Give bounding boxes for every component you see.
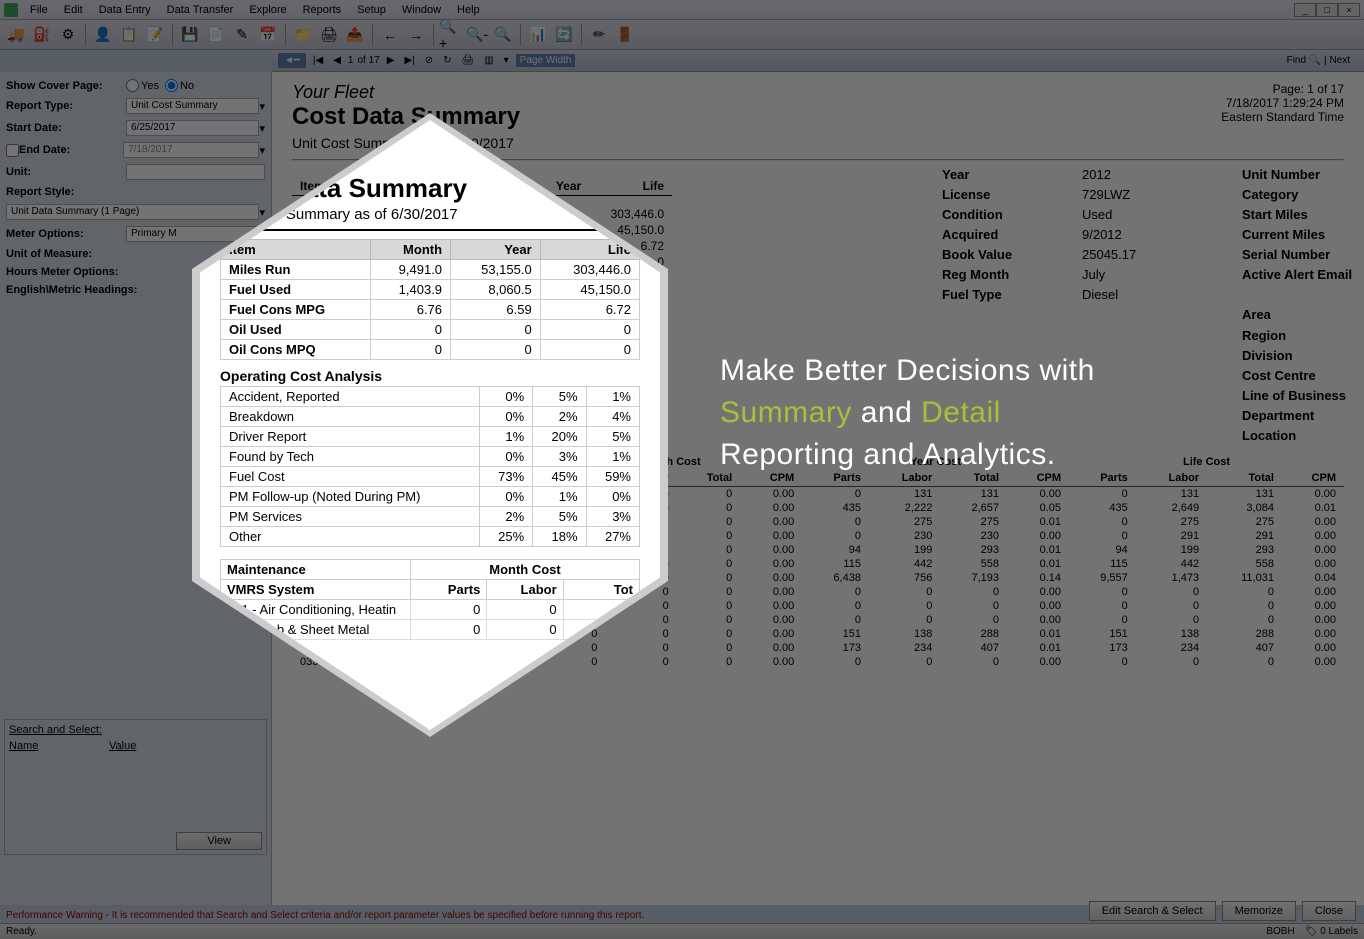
- menu-setup[interactable]: Setup: [349, 2, 394, 18]
- close-window-button[interactable]: ×: [1338, 3, 1360, 17]
- status-user: BOBH: [1266, 926, 1294, 937]
- notes-icon[interactable]: 📄: [204, 23, 228, 47]
- main-toolbar: 🚚 ⛽ ⚙ 👤 📋 📝 💾 📄 ✎ 📅 📁 🖨 📤 ← → 🔍+ 🔍- 🔍 📊 …: [0, 20, 1364, 50]
- timezone: Eastern Standard Time: [1221, 110, 1344, 124]
- report-type-label: Report Type:: [6, 100, 126, 112]
- report-style-select[interactable]: Unit Data Summary (1 Page): [6, 204, 259, 220]
- copy-icon[interactable]: 📋: [117, 23, 141, 47]
- print-report-icon[interactable]: 🖨: [459, 55, 478, 66]
- last-page-icon[interactable]: ▶|: [401, 55, 417, 66]
- hours-meter-label: Hours Meter Options:: [6, 266, 166, 278]
- status-ready: Ready.: [6, 926, 37, 937]
- report-type-select[interactable]: Unit Cost Summary: [126, 98, 259, 114]
- end-date-checkbox[interactable]: [6, 144, 19, 157]
- back-arrow-button[interactable]: ◄━: [278, 53, 306, 68]
- maximize-button[interactable]: □: [1316, 3, 1338, 17]
- menu-reports[interactable]: Reports: [295, 2, 350, 18]
- search-select-title: Search and Select:: [9, 724, 262, 736]
- hex-maint-table: MaintenanceMonth Cost VMRS SystemPartsLa…: [220, 559, 640, 640]
- hex-oca-table: Accident, Reported0%5%1%Breakdown0%2%4%D…: [220, 386, 640, 547]
- fuel-icon[interactable]: ⛽: [30, 23, 54, 47]
- report-style-label: Report Style:: [6, 186, 126, 198]
- layout-icon[interactable]: ▥: [481, 55, 496, 66]
- menu-data-transfer[interactable]: Data Transfer: [159, 2, 242, 18]
- back-icon[interactable]: ←: [378, 23, 402, 47]
- unit-label: Unit:: [6, 166, 126, 178]
- report-fleet-name: Your Fleet: [292, 82, 520, 103]
- report-title: Cost Data Summary: [292, 103, 520, 131]
- paste-icon[interactable]: 📝: [143, 23, 167, 47]
- menu-explore[interactable]: Explore: [241, 2, 294, 18]
- refresh-report-icon[interactable]: ↻: [440, 55, 454, 66]
- tire-icon[interactable]: ⚙: [56, 23, 80, 47]
- hex-oca-heading: Operating Cost Analysis: [220, 360, 640, 386]
- zoom-fit-icon[interactable]: 🔍: [491, 23, 515, 47]
- cover-yes-radio[interactable]: [126, 79, 139, 92]
- status-bar: Ready. BOBH 🏷 0 Labels: [0, 923, 1364, 939]
- view-button[interactable]: View: [176, 832, 262, 850]
- app-icon: [4, 3, 18, 17]
- end-date-input[interactable]: 7/18/2017: [123, 142, 259, 158]
- search-select-panel: Search and Select: NameValue View: [4, 719, 267, 855]
- menu-help[interactable]: Help: [449, 2, 488, 18]
- save-icon[interactable]: 💾: [178, 23, 202, 47]
- unit-measure-label: Unit of Measure:: [6, 248, 126, 260]
- page-indicator: Page: 1 of 17: [1221, 82, 1344, 96]
- chart-icon[interactable]: 📊: [526, 23, 550, 47]
- page-num: 1: [348, 55, 354, 66]
- print-icon[interactable]: 🖨: [317, 23, 341, 47]
- folder-icon[interactable]: 📁: [291, 23, 315, 47]
- truck-icon[interactable]: 🚚: [4, 23, 28, 47]
- menu-window[interactable]: Window: [394, 2, 449, 18]
- search-value-col: Value: [109, 740, 136, 752]
- hex-usage-table: ItemMonthYearLife Miles Run9,491.053,155…: [220, 239, 640, 360]
- cover-no-radio[interactable]: [165, 79, 178, 92]
- refresh-icon[interactable]: 🔄: [552, 23, 576, 47]
- page-of: of 17: [357, 55, 379, 66]
- forward-icon[interactable]: →: [404, 23, 428, 47]
- status-labels: 🏷 0 Labels: [1305, 926, 1358, 937]
- calendar-icon[interactable]: 📅: [256, 23, 280, 47]
- memorize-button[interactable]: Memorize: [1222, 901, 1296, 921]
- report-style-dropdown-icon[interactable]: ▾: [259, 206, 265, 219]
- show-cover-label: Show Cover Page:: [6, 80, 126, 92]
- close-button[interactable]: Close: [1302, 901, 1356, 921]
- zoom-select[interactable]: Page Width: [516, 54, 576, 67]
- edit-search-button[interactable]: Edit Search & Select: [1089, 901, 1216, 921]
- start-date-input[interactable]: 6/25/2017: [126, 120, 259, 136]
- report-toolbar: ◄━ |◀ ◀ 1 of 17 ▶ ▶| ⊘ ↻ 🖨 ▥ ▾ Page Widt…: [272, 50, 1364, 72]
- start-date-dropdown-icon[interactable]: ▾: [259, 122, 265, 135]
- menu-edit[interactable]: Edit: [56, 2, 91, 18]
- minimize-button[interactable]: _: [1294, 3, 1316, 17]
- zoom-out-icon[interactable]: 🔍-: [465, 23, 489, 47]
- end-date-dropdown-icon[interactable]: ▾: [259, 144, 265, 157]
- marketing-text: Make Better Decisions with Summary and D…: [720, 350, 1095, 476]
- next-page-icon[interactable]: ▶: [384, 55, 398, 66]
- print-timestamp: 7/18/2017 1:29:24 PM: [1221, 96, 1344, 110]
- first-page-icon[interactable]: |◀: [310, 55, 326, 66]
- start-date-label: Start Date:: [6, 122, 126, 134]
- end-date-label: End Date:: [19, 144, 123, 156]
- menu-data-entry[interactable]: Data Entry: [91, 2, 159, 18]
- prev-page-icon[interactable]: ◀: [330, 55, 344, 66]
- unit-input[interactable]: [126, 164, 265, 180]
- search-name-col: Name: [9, 740, 109, 752]
- menu-bar: File Edit Data Entry Data Transfer Explo…: [0, 0, 1364, 20]
- export-report-icon[interactable]: ▾: [501, 55, 512, 66]
- report-type-dropdown-icon[interactable]: ▾: [259, 100, 265, 113]
- meter-options-label: Meter Options:: [6, 228, 126, 240]
- eng-metric-label: English\Metric Headings:: [6, 284, 166, 296]
- stop-icon[interactable]: ⊘: [422, 55, 436, 66]
- edit-icon[interactable]: ✎: [230, 23, 254, 47]
- pencil-icon[interactable]: ✏: [587, 23, 611, 47]
- zoom-in-icon[interactable]: 🔍+: [439, 23, 463, 47]
- menu-file[interactable]: File: [22, 2, 56, 18]
- exit-icon[interactable]: 🚪: [613, 23, 637, 47]
- find-field[interactable]: Find 🔍 | Next: [1279, 55, 1358, 66]
- person-icon[interactable]: 👤: [91, 23, 115, 47]
- export-icon[interactable]: 📤: [343, 23, 367, 47]
